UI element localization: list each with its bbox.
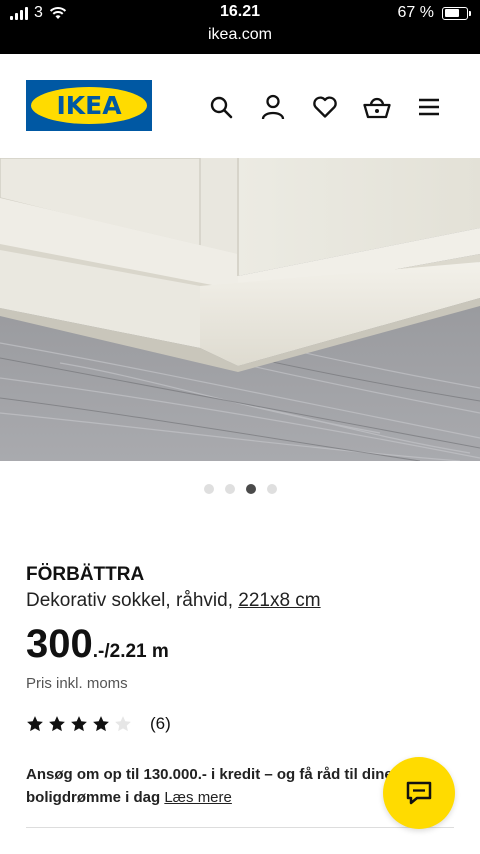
star-filled-icon (71, 716, 87, 732)
vat-note: Pris inkl. moms (26, 675, 128, 692)
star-filled-icon (93, 716, 109, 732)
price: 300 .-/2.21 m (26, 622, 169, 667)
description-text: Dekorativ sokkel, råhvid, (26, 590, 239, 611)
status-bar: 3 16.21 ikea.com 67 % (0, 0, 480, 54)
product-name: FÖRBÄTTRA (26, 564, 145, 585)
price-main: 300 (26, 622, 93, 666)
gallery-dot[interactable] (245, 484, 256, 494)
gallery-dot[interactable] (203, 484, 214, 494)
battery-percent: 67 % (397, 4, 434, 21)
logo-text: IKEA (56, 91, 122, 120)
favorites-icon[interactable] (310, 92, 340, 122)
credit-promo: Ansøg om op til 130.000.- i kredit – og … (26, 763, 426, 809)
gallery-dots (0, 484, 480, 494)
chat-button[interactable] (383, 757, 455, 829)
battery-icon (442, 6, 471, 20)
ikea-logo[interactable]: IKEA (26, 80, 152, 131)
basket-icon[interactable] (362, 92, 392, 122)
menu-icon[interactable] (414, 92, 444, 122)
account-icon[interactable] (258, 92, 288, 122)
star-filled-icon (49, 716, 65, 732)
price-unit: .-/2.21 m (92, 641, 169, 662)
gallery-dot[interactable] (224, 484, 235, 494)
product-description: Dekorativ sokkel, råhvid, 221x8 cm (26, 590, 321, 612)
star-filled-icon (27, 716, 43, 732)
star-empty-icon (115, 716, 131, 732)
gallery-dot[interactable] (266, 484, 277, 494)
battery-area: 67 % (397, 4, 471, 22)
divider (26, 827, 454, 828)
review-count[interactable]: (6) (150, 714, 171, 734)
read-more-link[interactable]: Læs mere (164, 789, 232, 806)
size-link[interactable]: 221x8 cm (238, 590, 320, 611)
chat-icon (406, 781, 432, 805)
product-image[interactable] (0, 158, 480, 461)
rating[interactable]: (6) (26, 714, 171, 734)
site-header: IKEA (0, 54, 480, 158)
search-icon[interactable] (206, 92, 236, 122)
url-bar[interactable]: ikea.com (0, 26, 480, 44)
